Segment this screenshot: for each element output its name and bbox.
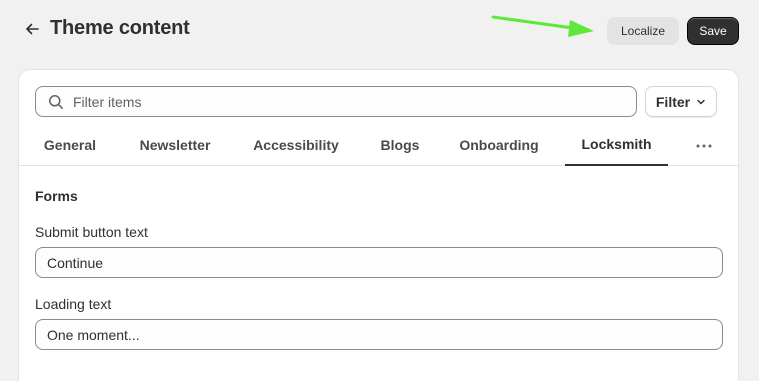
page-header: Theme content Localize Save bbox=[0, 0, 759, 62]
tab-newsletter[interactable]: Newsletter bbox=[131, 123, 219, 166]
tab-onboarding[interactable]: Onboarding bbox=[453, 123, 545, 166]
filter-button[interactable]: Filter bbox=[645, 86, 717, 117]
tab-bar: General Newsletter Accessibility Blogs O… bbox=[19, 123, 738, 166]
ellipsis-horizontal-icon bbox=[696, 135, 712, 153]
theme-content-card: Filter General Newsletter Accessibility … bbox=[18, 69, 739, 381]
filter-button-label: Filter bbox=[655, 93, 691, 110]
search-field[interactable] bbox=[35, 86, 637, 117]
localize-button[interactable]: Localize bbox=[607, 17, 679, 45]
annotation-arrow bbox=[491, 15, 594, 37]
section-title: Forms bbox=[35, 188, 78, 204]
back-button[interactable] bbox=[20, 19, 44, 43]
search-input[interactable] bbox=[73, 88, 623, 115]
arrow-left-icon bbox=[24, 21, 40, 42]
tab-blogs[interactable]: Blogs bbox=[373, 123, 427, 166]
chevron-down-icon bbox=[696, 94, 706, 110]
loading-text-label: Loading text bbox=[35, 296, 112, 312]
submit-button-text-label: Submit button text bbox=[35, 224, 148, 240]
tab-locksmith[interactable]: Locksmith bbox=[565, 123, 668, 166]
search-icon bbox=[48, 94, 64, 115]
loading-text-field[interactable] bbox=[35, 319, 723, 350]
tab-general[interactable]: General bbox=[35, 123, 105, 166]
save-button[interactable]: Save bbox=[687, 17, 739, 45]
tab-accessibility[interactable]: Accessibility bbox=[245, 123, 347, 166]
page-title: Theme content bbox=[50, 17, 190, 39]
submit-button-text-field[interactable] bbox=[35, 247, 723, 278]
more-tabs-button[interactable] bbox=[689, 133, 719, 155]
